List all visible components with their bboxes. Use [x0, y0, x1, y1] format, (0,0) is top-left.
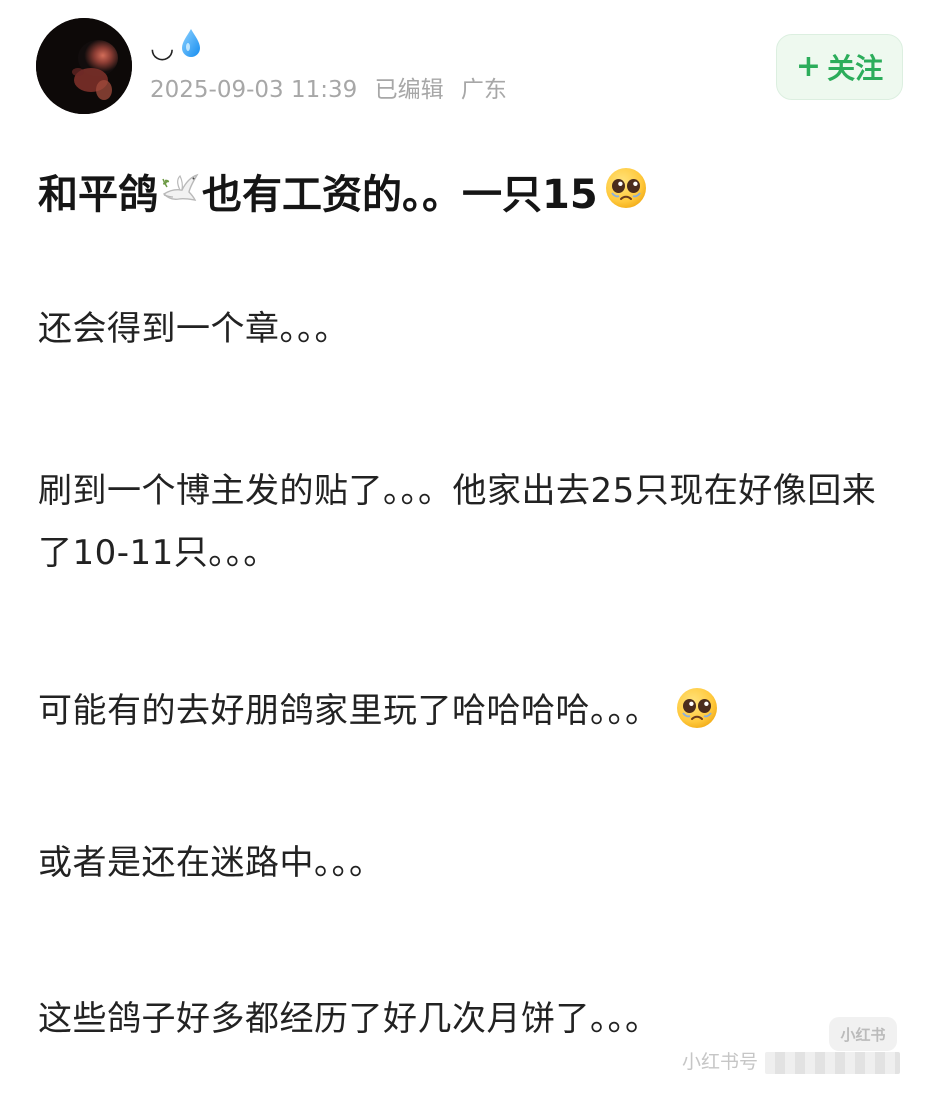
- avatar[interactable]: [36, 18, 132, 114]
- post-content: 和平鸽 也有工资的。。一只15 还会得到一个章。。。 刷到一个博主发的贴了。。。…: [38, 166, 898, 1039]
- brand-badge: 小红书: [829, 1017, 897, 1051]
- post-date: 2025-09-03 11:39: [150, 77, 358, 103]
- post-title-part-1: 和平鸽: [38, 172, 158, 218]
- follow-button[interactable]: + 关注: [776, 34, 903, 100]
- location-label: 广东: [460, 77, 507, 103]
- paragraph-5: 这些鸽子好多都经历了好几次月饼了。。。: [38, 999, 660, 1039]
- pleading-face-icon: [675, 686, 719, 750]
- water-drop-icon: [180, 28, 202, 67]
- watermark-text: 小红书号: [682, 1051, 759, 1073]
- post-meta: 2025-09-03 11:39 已编辑 广东: [150, 75, 517, 105]
- post-title: 和平鸽 也有工资的。。一只15: [38, 166, 898, 224]
- post-page: ◡ 2025-09-03 11:39 已编辑 广东 + 关注 和平鸽 也有工资的…: [0, 0, 940, 1106]
- watermark-obscured-id: [765, 1052, 900, 1074]
- plus-icon: +: [795, 49, 822, 84]
- paragraph-1: 还会得到一个章。。。: [38, 309, 349, 349]
- dove-icon: [160, 168, 200, 222]
- edited-label: 已编辑: [374, 77, 444, 103]
- post-title-part-2: 也有工资的。。一只15: [202, 172, 598, 218]
- username[interactable]: ◡: [150, 30, 174, 66]
- user-meta: ◡ 2025-09-03 11:39 已编辑 广东: [150, 28, 517, 105]
- paragraph-3: 可能有的去好朋鸽家里玩了哈哈哈哈。。。: [38, 680, 898, 750]
- post-header: ◡ 2025-09-03 11:39 已编辑 广东 + 关注: [0, 0, 940, 130]
- paragraph-2-text: 刷到一个博主发的贴了。。。他家出去25只现在好像回来了10-11只。。。: [38, 471, 877, 573]
- paragraph-3-text: 可能有的去好朋鸽家里玩了哈哈哈哈。。。: [38, 691, 660, 731]
- pleading-face-icon: [604, 166, 648, 224]
- paragraph-4: 或者是还在迷路中。。。: [38, 843, 384, 883]
- follow-label: 关注: [827, 52, 884, 85]
- username-row[interactable]: ◡: [150, 28, 517, 67]
- paragraph-2: 刷到一个博主发的贴了。。。他家出去25只现在好像回来了10-11只。。。: [38, 460, 898, 584]
